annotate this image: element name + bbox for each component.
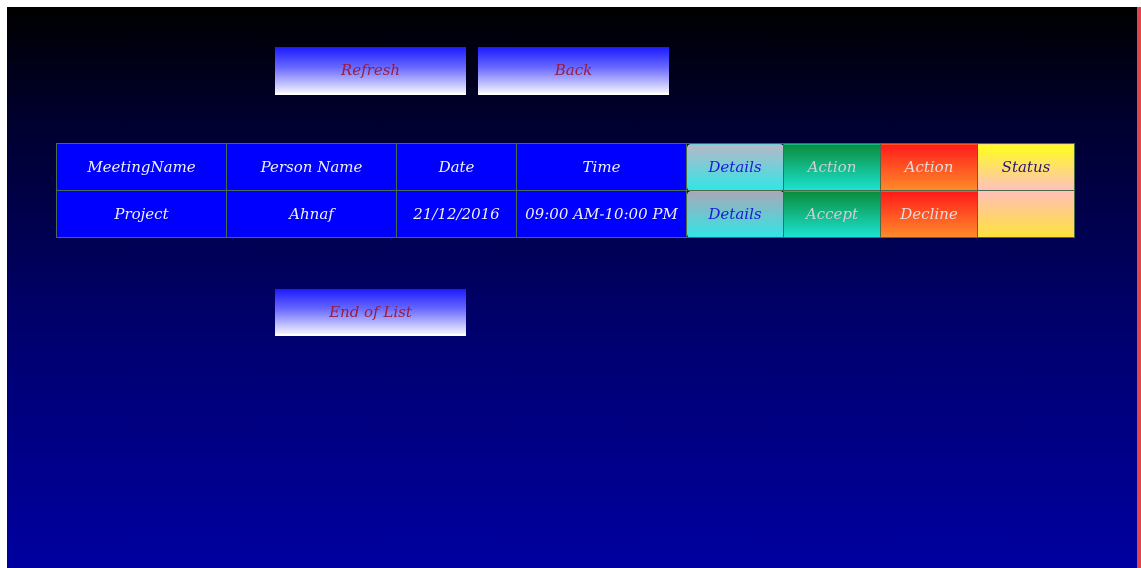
window-right-edge bbox=[1137, 7, 1141, 568]
header-person-name: Person Name bbox=[226, 143, 397, 191]
accept-button[interactable]: Accept bbox=[783, 190, 881, 238]
meetings-table: MeetingName Person Name Date Time Detail… bbox=[56, 143, 1075, 238]
header-action-decline: Action bbox=[880, 143, 978, 191]
back-button[interactable]: Back bbox=[478, 47, 669, 95]
cell-meeting-name: Project bbox=[56, 190, 227, 238]
cell-person-name: Ahnaf bbox=[226, 190, 397, 238]
cell-time: 09:00 AM-10:00 PM bbox=[516, 190, 687, 238]
cell-status bbox=[977, 190, 1075, 238]
table-row: Project Ahnaf 21/12/2016 09:00 AM-10:00 … bbox=[56, 190, 1075, 238]
header-date: Date bbox=[396, 143, 517, 191]
header-status: Status bbox=[977, 143, 1075, 191]
decline-button[interactable]: Decline bbox=[880, 190, 978, 238]
details-button[interactable]: Details bbox=[686, 190, 784, 238]
header-details: Details bbox=[686, 143, 784, 191]
refresh-button[interactable]: Refresh bbox=[275, 47, 466, 95]
table-header-row: MeetingName Person Name Date Time Detail… bbox=[56, 143, 1075, 191]
end-of-list-button[interactable]: End of List bbox=[275, 289, 466, 336]
cell-date: 21/12/2016 bbox=[396, 190, 517, 238]
header-action-accept: Action bbox=[783, 143, 881, 191]
header-meeting-name: MeetingName bbox=[56, 143, 227, 191]
header-time: Time bbox=[516, 143, 687, 191]
